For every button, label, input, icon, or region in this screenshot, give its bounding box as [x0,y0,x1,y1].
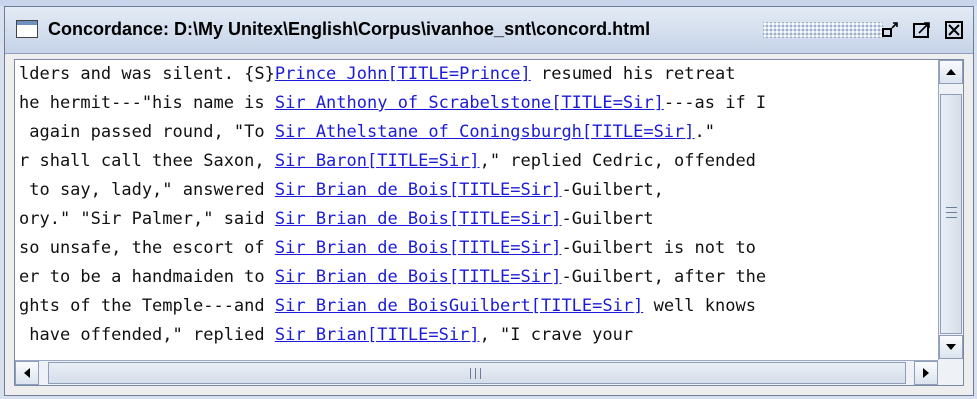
match-link[interactable]: Sir Brian de Bois[TITLE=Sir] [275,267,562,287]
left-context: to say, lady," answered [19,180,275,200]
left-context: r shall call thee Saxon, [19,151,275,171]
vertical-scroll-thumb[interactable] [940,94,962,334]
right-context: ." [694,122,715,142]
left-context: ghts of the Temple---and [19,296,275,316]
concordance-line: to say, lady," answered Sir Brian de Boi… [19,176,664,204]
arrow-left-icon [24,368,30,378]
concordance-line: he hermit---"his name is Sir Anthony of … [19,89,766,117]
scroll-right-button[interactable] [914,361,938,385]
right-context: -Guilbert, after the [561,267,767,287]
thumb-grip-icon [946,207,957,218]
concordance-line: have offended," replied Sir Brian[TITLE=… [19,321,633,349]
scroll-down-button[interactable] [939,335,963,359]
horizontal-scrollbar[interactable] [15,360,963,385]
concordance-line: again passed round, "To Sir Athelstane o… [19,118,715,146]
concordance-line: r shall call thee Saxon, Sir Baron[TITLE… [19,147,756,175]
right-context: -Guilbert is not to [561,238,756,258]
close-icon[interactable] [943,19,965,41]
right-context: well knows [643,296,756,316]
concordance-line: lders and was silent. {S}Prince John[TIT… [19,60,735,88]
thumb-grip-icon [470,368,481,379]
minimize-icon[interactable] [879,19,901,41]
left-context: so unsafe, the escort of [19,238,275,258]
concordance-window: Concordance: D:\My Unitex\English\Corpus… [4,6,974,396]
scroll-left-button[interactable] [15,361,39,385]
concordance-line: ghts of the Temple---and Sir Brian de Bo… [19,292,756,320]
match-link[interactable]: Sir Brian[TITLE=Sir] [275,325,480,345]
match-link[interactable]: Sir Brian de Bois[TITLE=Sir] [275,209,562,229]
scroll-up-button[interactable] [939,60,963,84]
right-context: -Guilbert [561,209,654,229]
concordance-line: so unsafe, the escort of Sir Brian de Bo… [19,234,756,262]
window-title: Concordance: D:\My Unitex\English\Corpus… [48,19,651,39]
left-context: ory." "Sir Palmer," said [19,209,275,229]
title-bar[interactable]: Concordance: D:\My Unitex\English\Corpus… [5,7,973,54]
match-link[interactable]: Sir Brian de Bois[TITLE=Sir] [275,238,562,258]
vertical-scrollbar[interactable] [938,60,963,360]
right-context: , "I crave your [479,325,634,345]
match-link[interactable]: Sir Baron[TITLE=Sir] [275,151,480,171]
maximize-icon[interactable] [911,19,933,41]
concordance-panel: lders and was silent. {S}Prince John[TIT… [14,59,964,386]
match-link[interactable]: Prince John[TITLE=Prince] [275,64,531,84]
right-context: ---as if I [663,93,767,113]
match-link[interactable]: Sir Athelstane of Coningsburgh[TITLE=Sir… [275,122,695,142]
scroll-corner [938,360,963,385]
left-context: again passed round, "To [19,122,275,142]
arrow-down-icon [946,344,956,350]
match-link[interactable]: Sir Brian de Bois[TITLE=Sir] [275,180,562,200]
match-link[interactable]: Sir Brian de BoisGuilbert[TITLE=Sir] [275,296,643,316]
left-context: he hermit---"his name is [19,93,275,113]
right-context: resumed his retreat [530,64,736,84]
arrow-up-icon [946,69,956,75]
window-icon [16,20,38,38]
arrow-right-icon [923,368,929,378]
left-context: lders and was silent. {S} [19,64,275,84]
desktop-frame: Concordance: D:\My Unitex\English\Corpus… [0,0,977,399]
titlebar-grip [763,22,883,38]
match-link[interactable]: Sir Anthony of Scrabelstone[TITLE=Sir] [275,93,664,113]
right-context: ," replied Cedric, offended [479,151,756,171]
concordance-line: er to be a handmaiden to Sir Brian de Bo… [19,263,766,291]
concordance-line: ory." "Sir Palmer," said Sir Brian de Bo… [19,205,654,233]
right-context: -Guilbert, [561,180,664,200]
horizontal-scroll-thumb[interactable] [48,362,906,384]
left-context: er to be a handmaiden to [19,267,275,287]
concordance-lines: lders and was silent. {S}Prince John[TIT… [15,60,937,360]
left-context: have offended," replied [19,325,275,345]
